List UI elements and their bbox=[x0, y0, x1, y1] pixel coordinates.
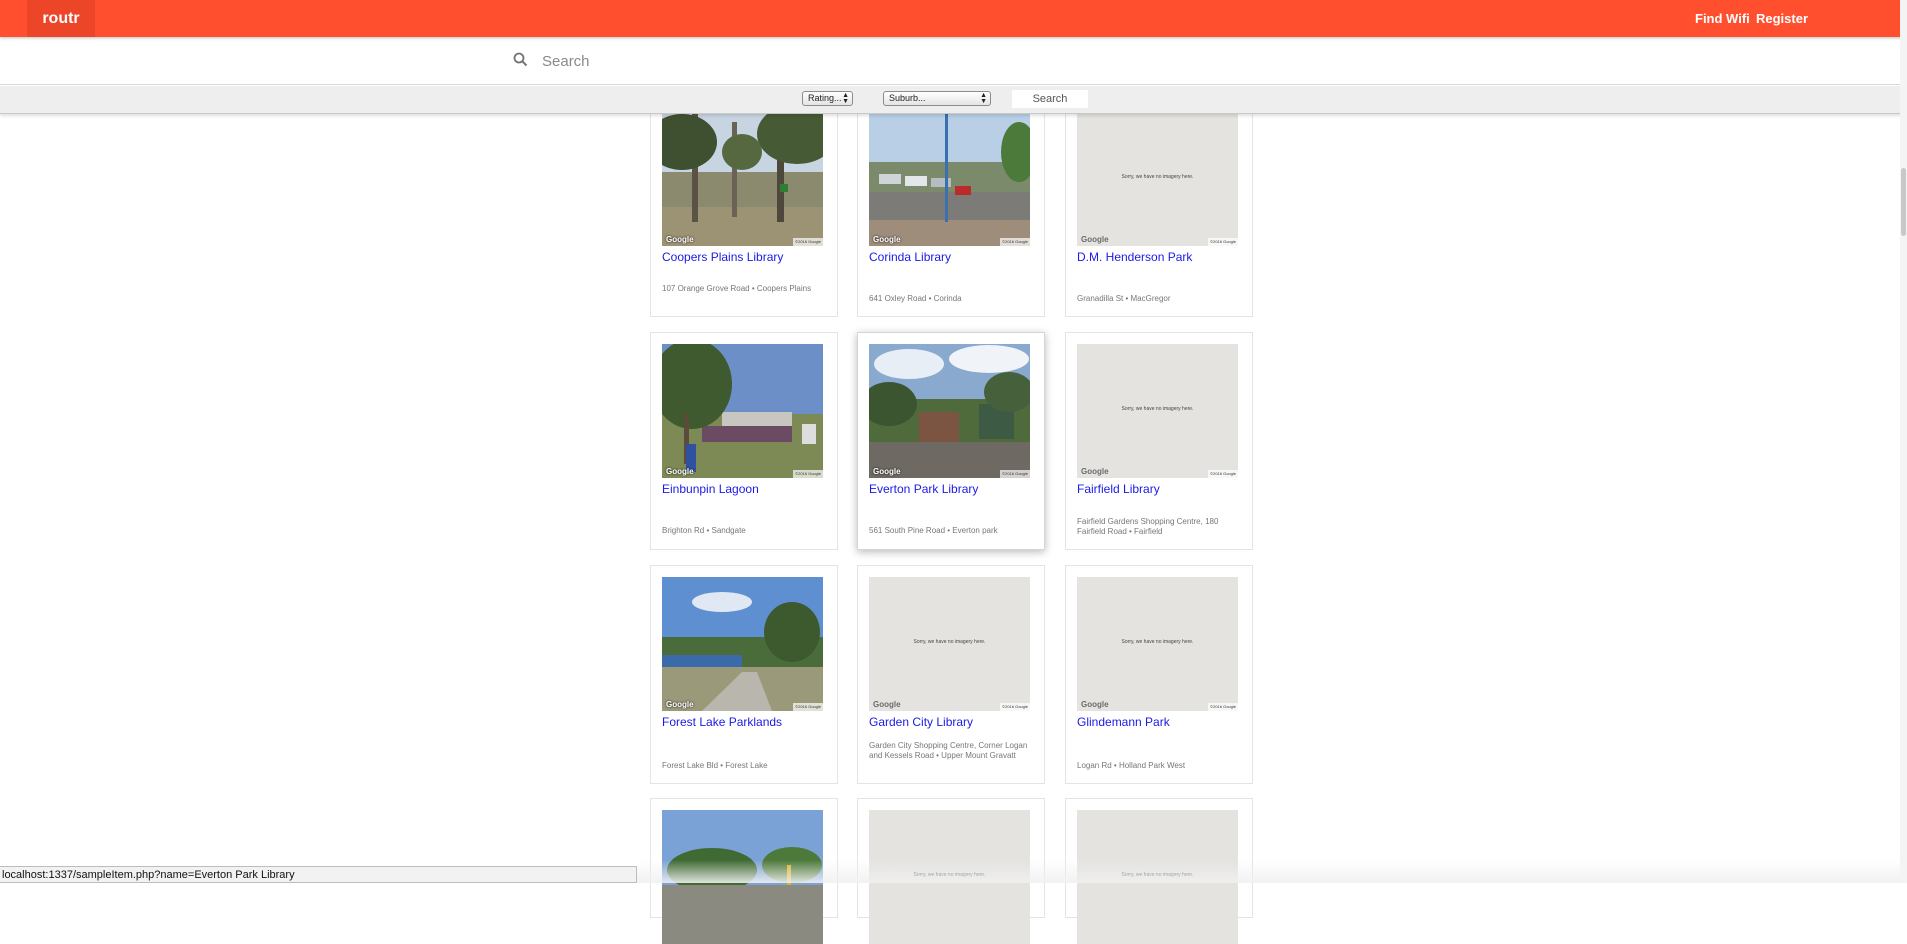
card-address: Forest Lake Bld • Forest Lake bbox=[662, 761, 768, 770]
copyright-label: ©2016 Google bbox=[793, 470, 823, 478]
copyright-label: ©2016 Google bbox=[1000, 238, 1030, 246]
card-title-link[interactable]: Einbunpin Lagoon bbox=[662, 482, 832, 496]
bottom-fade bbox=[637, 860, 1907, 883]
card-title-link[interactable]: Glindemann Park bbox=[1077, 715, 1247, 729]
no-imagery-text: Sorry, we have no imagery here. bbox=[913, 639, 986, 645]
google-watermark: Google bbox=[666, 467, 694, 476]
card-title-link[interactable]: Fairfield Library bbox=[1077, 482, 1247, 496]
page-scrollbar[interactable] bbox=[1900, 0, 1907, 883]
google-watermark: Google bbox=[873, 467, 901, 476]
card-title-link[interactable]: Garden City Library bbox=[869, 715, 1039, 729]
google-watermark: Google bbox=[1081, 235, 1109, 244]
card-address: Brighton Rd • Sandgate bbox=[662, 526, 746, 535]
result-card[interactable]: Sorry, we have no imagery here. Google ©… bbox=[857, 565, 1045, 784]
top-navbar: routr Find Wifi Register bbox=[0, 0, 1907, 37]
no-imagery-text: Sorry, we have no imagery here. bbox=[1121, 174, 1194, 180]
copyright-label: ©2016 Google bbox=[793, 703, 823, 711]
result-card[interactable] bbox=[650, 798, 838, 944]
no-imagery-text: Sorry, we have no imagery here. bbox=[1121, 639, 1194, 645]
copyright-label: ©2016 Google bbox=[793, 238, 823, 246]
result-card[interactable]: Google ©2016 Google Forest Lake Parkland… bbox=[650, 565, 838, 784]
card-address: Fairfield Gardens Shopping Centre, 180 F… bbox=[1077, 517, 1219, 536]
suburb-select-value: Suburb... bbox=[889, 93, 926, 103]
no-imagery-placeholder[interactable]: Sorry, we have no imagery here. Google ©… bbox=[1077, 344, 1238, 478]
register-link[interactable]: Register bbox=[1756, 0, 1808, 37]
google-watermark: Google bbox=[666, 700, 694, 709]
card-address: Garden City Shopping Centre, Corner Loga… bbox=[869, 741, 1028, 760]
browser-status-bar: localhost:1337/sampleItem.php?name=Evert… bbox=[0, 866, 637, 883]
street-view-image[interactable]: Google ©2016 Google bbox=[662, 112, 823, 246]
card-address: 641 Oxley Road • Corinda bbox=[869, 294, 962, 303]
select-arrows-icon: ▲ ▼ bbox=[980, 92, 987, 105]
card-title-link[interactable]: Coopers Plains Library bbox=[662, 250, 832, 264]
result-card[interactable]: Sorry, we have no imagery here. Google ©… bbox=[1065, 100, 1253, 317]
select-arrows-icon: ▲ ▼ bbox=[842, 92, 849, 105]
find-wifi-link[interactable]: Find Wifi bbox=[1695, 0, 1750, 37]
result-card[interactable]: Sorry, we have no imagery here. bbox=[857, 798, 1045, 944]
results-grid: Google ©2016 Google Coopers Plains Libra… bbox=[0, 0, 1907, 944]
result-card[interactable]: Sorry, we have no imagery here. Google ©… bbox=[1065, 332, 1253, 550]
street-view-image[interactable]: Google ©2016 Google bbox=[662, 577, 823, 711]
scrollbar-thumb[interactable] bbox=[1901, 168, 1906, 236]
suburb-select[interactable]: Suburb... ▲ ▼ bbox=[883, 91, 991, 106]
routr-logo[interactable]: routr bbox=[27, 0, 95, 37]
copyright-label: ©2016 Google bbox=[1000, 470, 1030, 478]
no-imagery-text: Sorry, we have no imagery here. bbox=[1121, 406, 1194, 412]
copyright-label: ©2016 Google bbox=[1208, 703, 1238, 711]
card-address: Granadilla St • MacGregor bbox=[1077, 294, 1171, 303]
card-title-link[interactable]: Corinda Library bbox=[869, 250, 1039, 264]
card-title-link[interactable]: D.M. Henderson Park bbox=[1077, 250, 1247, 264]
result-card[interactable]: Google ©2016 Google Corinda Library 641 … bbox=[857, 100, 1045, 317]
card-title-link[interactable]: Everton Park Library bbox=[869, 482, 1039, 496]
rating-select[interactable]: Rating... ▲ ▼ bbox=[802, 91, 853, 106]
card-address: 561 South Pine Road • Everton park bbox=[869, 526, 998, 535]
copyright-label: ©2016 Google bbox=[1000, 703, 1030, 711]
google-watermark: Google bbox=[1081, 700, 1109, 709]
google-watermark: Google bbox=[1081, 467, 1109, 476]
street-view-image[interactable]: Google ©2016 Google bbox=[662, 344, 823, 478]
result-card[interactable]: Sorry, we have no imagery here. bbox=[1065, 798, 1253, 944]
result-card[interactable]: Sorry, we have no imagery here. Google ©… bbox=[1065, 565, 1253, 784]
street-view-image[interactable]: Google ©2016 Google bbox=[869, 112, 1030, 246]
no-imagery-placeholder[interactable]: Sorry, we have no imagery here. Google ©… bbox=[1077, 112, 1238, 246]
no-imagery-placeholder[interactable]: Sorry, we have no imagery here. Google ©… bbox=[869, 577, 1030, 711]
copyright-label: ©2016 Google bbox=[1208, 238, 1238, 246]
result-card[interactable]: Google ©2016 Google Coopers Plains Libra… bbox=[650, 100, 838, 317]
card-title-link[interactable]: Forest Lake Parklands bbox=[662, 715, 832, 729]
result-card[interactable]: Google ©2016 Google Einbunpin Lagoon Bri… bbox=[650, 332, 838, 550]
google-watermark: Google bbox=[666, 235, 694, 244]
filter-search-button[interactable]: Search bbox=[1012, 90, 1088, 108]
no-imagery-placeholder[interactable]: Sorry, we have no imagery here. Google ©… bbox=[1077, 577, 1238, 711]
copyright-label: ©2016 Google bbox=[1208, 470, 1238, 478]
google-watermark: Google bbox=[873, 700, 901, 709]
card-address: Logan Rd • Holland Park West bbox=[1077, 761, 1186, 770]
result-card[interactable]: Google ©2016 Google Everton Park Library… bbox=[857, 332, 1045, 550]
card-address: 107 Orange Grove Road • Coopers Plains bbox=[662, 284, 812, 293]
rating-select-value: Rating... bbox=[808, 93, 842, 103]
street-view-image[interactable]: Google ©2016 Google bbox=[869, 344, 1030, 478]
filter-bar: Rating... ▲ ▼ Suburb... ▲ ▼ Search bbox=[0, 86, 1907, 114]
google-watermark: Google bbox=[873, 235, 901, 244]
